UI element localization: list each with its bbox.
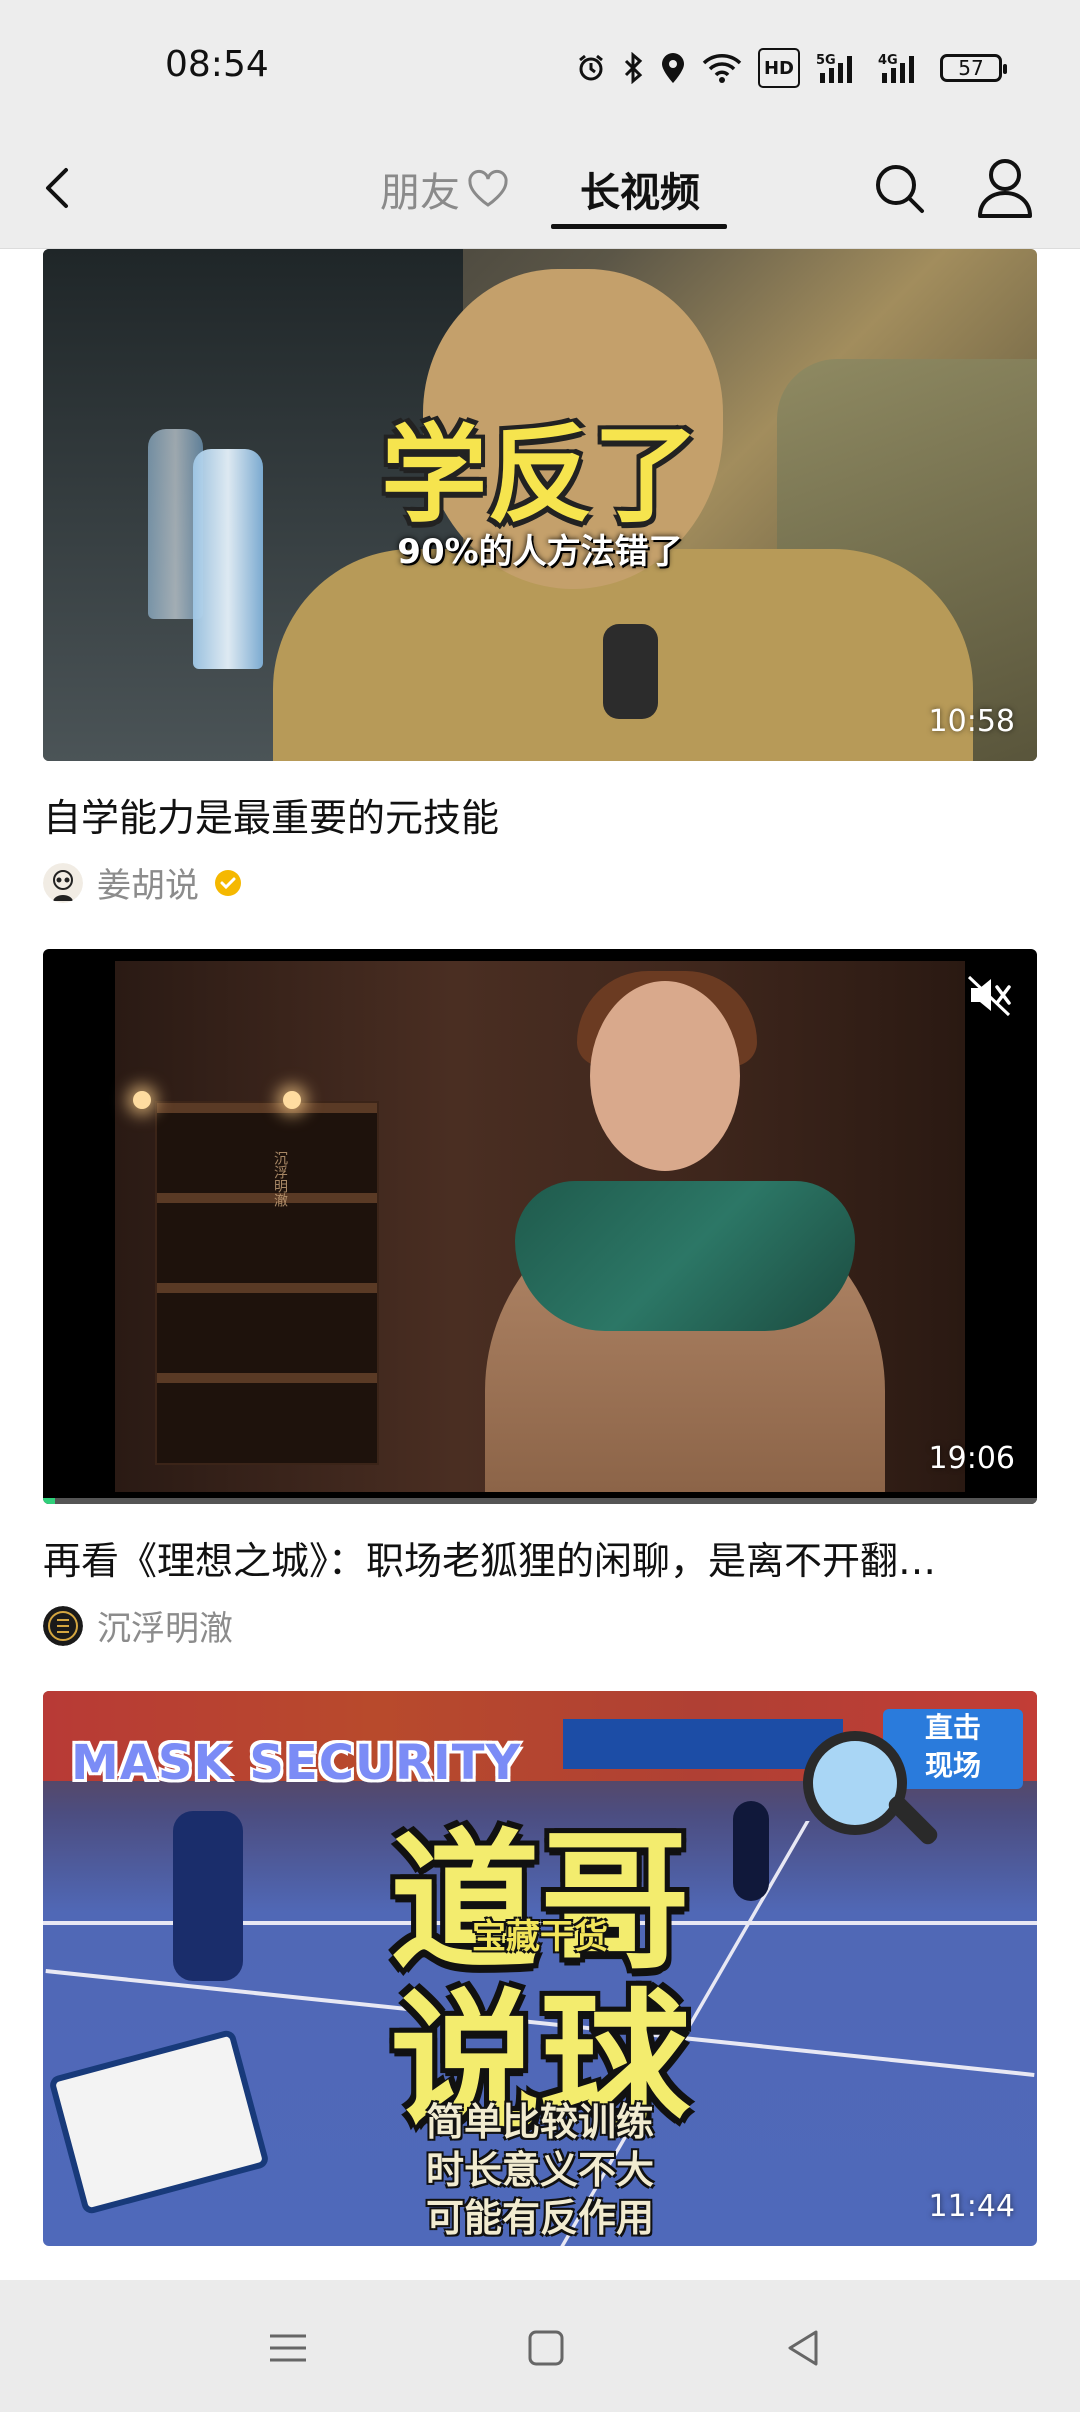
battery-icon: 57 <box>940 54 1007 82</box>
lamp-light <box>133 1091 151 1109</box>
verified-badge-icon <box>215 869 241 896</box>
clock: 08:54 <box>165 44 269 85</box>
video-duration: 19:06 <box>928 1441 1015 1476</box>
author-name[interactable]: 姜胡说 <box>97 858 199 907</box>
menu-icon <box>270 2334 306 2362</box>
search-button[interactable] <box>865 154 935 224</box>
video-thumbnail[interactable]: 学反了 90%的人方法错了 10:58 <box>43 249 1037 761</box>
magnifier-icon <box>803 1731 907 1835</box>
thumbnail-line: 可能有反作用 <box>425 2196 654 2240</box>
lamp-light <box>283 1091 301 1109</box>
signal-4g-icon: 4G <box>878 50 924 86</box>
video-title[interactable]: 再看《理想之城》：职场老狐狸的闲聊，是离不开翻… <box>43 1530 1037 1585</box>
playback-progress-fill <box>43 1498 55 1504</box>
video-duration: 10:58 <box>928 704 1015 739</box>
top-nav: 朋友 长视频 <box>0 136 1080 249</box>
thumbnail-headline: 学反了 <box>381 414 699 537</box>
heart-icon <box>468 169 508 207</box>
active-tab-indicator <box>551 224 727 229</box>
tab-long-video[interactable]: 长视频 <box>580 160 700 218</box>
scarf-image <box>515 1181 855 1331</box>
location-icon <box>660 50 686 86</box>
home-button[interactable] <box>516 2318 576 2378</box>
video-frame: 沉浮明澈 <box>115 961 965 1492</box>
playback-progress-bar[interactable] <box>43 1498 1037 1504</box>
video-watermark: 沉浮明澈 <box>272 1151 288 1207</box>
author-name[interactable]: 沉浮明澈 <box>97 1601 233 1650</box>
svg-text:4G: 4G <box>878 53 898 68</box>
wifi-icon <box>702 50 742 86</box>
back-triangle-icon <box>788 2330 818 2366</box>
svg-text:5G: 5G <box>816 53 836 68</box>
recents-button[interactable] <box>258 2318 318 2378</box>
system-back-button[interactable] <box>774 2318 834 2378</box>
back-button[interactable] <box>30 158 90 218</box>
status-bar: 08:54 HD 5G 4G 57 <box>0 0 1080 136</box>
arena-banner-blue <box>563 1719 843 1769</box>
tab-friends[interactable]: 朋友 <box>380 160 510 218</box>
profile-icon <box>978 159 1032 218</box>
muted-speaker-icon <box>967 975 1011 1017</box>
profile-button[interactable] <box>970 150 1040 224</box>
video-player[interactable]: 沉浮明澈 19:06 <box>43 949 1037 1504</box>
avatar[interactable] <box>43 862 83 903</box>
microphone-image <box>603 624 658 719</box>
video-card[interactable]: 沉浮明澈 19:06 再看《理想之城》：职场老狐狸的闲聊，是离不开翻… 沉浮明澈 <box>43 949 1037 1650</box>
home-square-icon <box>528 2330 564 2366</box>
author-row[interactable]: 姜胡说 <box>43 858 1037 907</box>
alarm-icon <box>576 50 606 86</box>
mute-button[interactable] <box>963 969 1015 1021</box>
back-icon <box>46 168 68 208</box>
bluetooth-icon <box>622 50 644 86</box>
thumbnail-subline: 90%的人方法错了 <box>397 532 683 572</box>
video-card[interactable]: MASK SECURITY 道哥 宝藏干货 说球 简单比较训练 时长意义不大 可… <box>43 1691 1037 2246</box>
system-icons: HD 5G 4G 57 <box>576 48 1007 88</box>
battery-level: 57 <box>958 56 984 80</box>
author-row[interactable]: 沉浮明澈 <box>43 1601 1037 1650</box>
bookshelf-image <box>155 1101 379 1465</box>
video-duration: 11:44 <box>928 2189 1015 2224</box>
system-navigation-bar <box>0 2280 1080 2412</box>
tab-long-video-label: 长视频 <box>580 170 700 216</box>
video-title[interactable]: 自学能力是最重要的元技能 <box>43 787 1037 842</box>
avatar[interactable] <box>43 1605 83 1646</box>
search-icon <box>876 165 924 213</box>
video-card[interactable]: 学反了 90%的人方法错了 10:58 自学能力是最重要的元技能 姜胡说 <box>43 249 1037 907</box>
hd-icon: HD <box>757 48 800 88</box>
tab-friends-label: 朋友 <box>380 170 460 216</box>
video-thumbnail[interactable]: MASK SECURITY 道哥 宝藏干货 说球 简单比较训练 时长意义不大 可… <box>43 1691 1037 2246</box>
signal-5g-icon: 5G <box>816 50 862 86</box>
live-badge-line1: 直击 <box>924 1711 981 1744</box>
thumbnail-face <box>590 981 740 1171</box>
